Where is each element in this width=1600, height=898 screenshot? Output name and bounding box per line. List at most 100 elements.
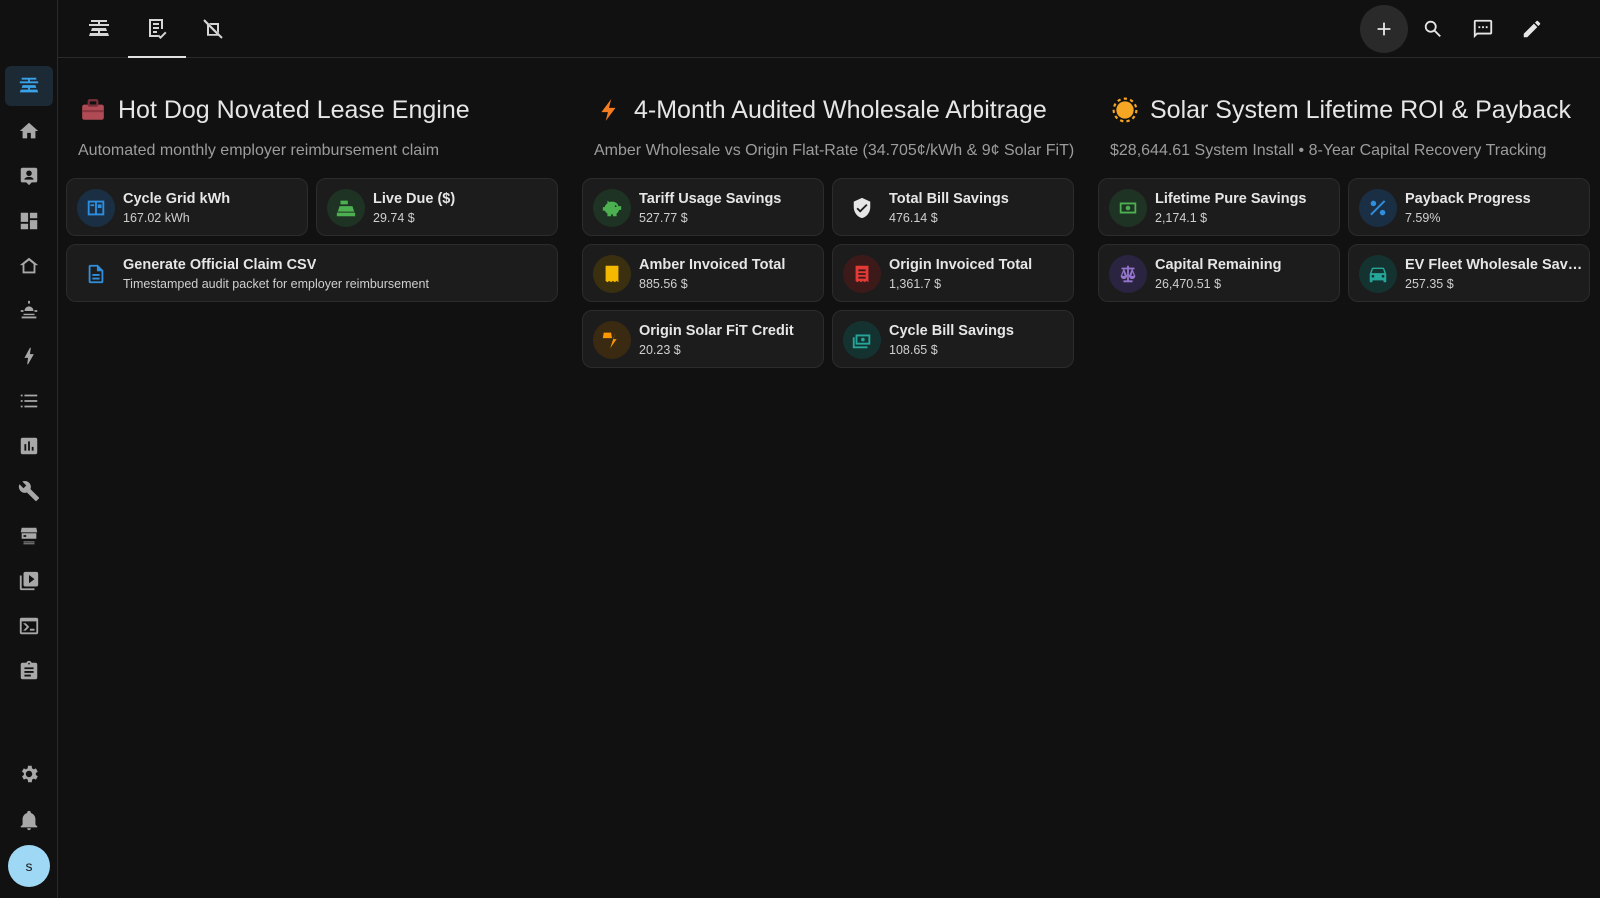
tile-origin-invoiced-total[interactable]: Origin Invoiced Total 1,361.7 $ [832,244,1074,302]
sidebar-item-home-outline[interactable] [5,246,53,286]
briefcase-icon [80,97,106,123]
car-icon [1359,255,1397,293]
list-icon [20,394,38,408]
solar-panel-icon [19,77,39,93]
edit-button[interactable] [1508,5,1556,53]
tile-tariff-usage-savings[interactable]: Tariff Usage Savings 527.77 $ [582,178,824,236]
weather-icon [20,300,38,319]
sidebar-item-media[interactable] [5,561,53,601]
tab-invoice[interactable] [128,0,186,58]
home-outline-icon [19,257,39,274]
sidebar-item-dashboard[interactable] [5,201,53,241]
sidebar-item-developer-tools[interactable] [5,471,53,511]
bell-icon [20,810,38,831]
sidebar-item-clipboard[interactable] [5,651,53,691]
section-subtitle: Amber Wholesale vs Origin Flat-Rate (34.… [594,142,1075,159]
tile-name: Total Bill Savings [889,191,1009,207]
section-solar-roi: Solar System Lifetime ROI & Payback $28,… [1098,58,1592,302]
settings-icon [21,765,38,783]
solar-panel-icon [89,20,109,36]
chart-icon [20,437,38,455]
cash-register-icon [327,189,365,227]
sidebar-item-history[interactable] [5,426,53,466]
cash-multiple-icon [843,321,881,359]
tab-tag-off[interactable] [184,0,242,58]
tile-origin-solar-fit-credit[interactable]: Origin Solar FiT Credit 20.23 $ [582,310,824,368]
tile-name: Origin Solar FiT Credit [639,323,794,339]
lightning-bolt-icon [596,97,622,123]
tile-name: Lifetime Pure Savings [1155,191,1307,207]
tile-state: 885.56 $ [639,277,688,291]
lightning-icon [24,347,34,365]
search-icon [1424,20,1441,37]
tile-state: 1,361.7 $ [889,277,942,291]
sidebar-item-settings[interactable] [5,754,53,794]
scale-balance-icon [1109,255,1147,293]
assist-icon [1473,19,1493,39]
section-subtitle: Automated monthly employer reimbursement… [78,142,440,159]
sidebar-item-home[interactable] [5,111,53,151]
receipt-text-icon [843,255,881,293]
sidebar-item-terminal[interactable] [5,606,53,646]
tile-payback-progress[interactable]: Payback Progress 7.59% [1348,178,1590,236]
tile-state: 527.77 $ [639,211,688,225]
file-document-icon [77,255,115,293]
tile-lifetime-pure-savings[interactable]: Lifetime Pure Savings 2,174.1 $ [1098,178,1340,236]
add-button[interactable] [1360,5,1408,53]
search-button[interactable] [1409,5,1457,53]
assist-button[interactable] [1459,5,1507,53]
sidebar-item-energy[interactable] [5,336,53,376]
avatar[interactable]: s [8,845,50,887]
tag-off-icon [203,19,223,39]
tile-live-due[interactable]: Live Due ($) 29.74 $ [316,178,558,236]
tile-state: 20.23 $ [639,343,681,357]
sidebar-item-hacs[interactable] [5,516,53,556]
section-title: Hot Dog Novated Lease Engine [118,95,470,124]
sidebar-item-logbook[interactable] [5,381,53,421]
tile-name: Tariff Usage Savings [639,191,782,207]
meter-icon [77,189,115,227]
tile-state: 108.65 $ [889,343,938,357]
section-lease-engine: Hot Dog Novated Lease Engine Automated m… [66,58,560,302]
top-bar [58,0,1600,58]
add-icon [1377,22,1391,36]
tile-amber-invoiced-total[interactable]: Amber Invoiced Total 885.56 $ [582,244,824,302]
shield-check-icon [843,189,881,227]
tile-total-bill-savings[interactable]: Total Bill Savings 476.14 $ [832,178,1074,236]
wrench-icon [18,481,40,502]
tile-cycle-grid-kwh[interactable]: Cycle Grid kWh 167.02 kWh [66,178,308,236]
tile-ev-fleet-wholesale-savings[interactable]: EV Fleet Wholesale Savings 257.35 $ [1348,244,1590,302]
sidebar-item-solar[interactable] [5,66,53,106]
tile-state: 167.02 kWh [123,211,190,225]
invoice-check-icon [149,19,167,39]
tile-state: 26,470.51 $ [1155,277,1222,291]
media-icon [19,571,39,591]
tile-state: Timestamped audit packet for employer re… [123,277,429,291]
tile-name: EV Fleet Wholesale Savings [1405,257,1585,273]
section-title: Solar System Lifetime ROI & Payback [1150,95,1571,124]
section-wholesale-arbitrage: 4-Month Audited Wholesale Arbitrage Ambe… [582,58,1076,368]
sidebar-item-notifications[interactable] [5,800,53,840]
hacs-icon [20,527,38,545]
sidebar-item-weather[interactable] [5,291,53,331]
percent-icon [1359,189,1397,227]
sidebar-item-account[interactable] [5,156,53,196]
generate-claim-csv-button[interactable]: Generate Official Claim CSV Timestamped … [66,244,558,302]
tile-name: Amber Invoiced Total [639,257,786,273]
section-title: 4-Month Audited Wholesale Arbitrage [634,95,1047,124]
tile-state: 257.35 $ [1405,277,1454,291]
cash-icon [1109,189,1147,227]
dashboard-icon [20,212,38,230]
account-box-icon [20,167,38,186]
tile-name: Cycle Bill Savings [889,323,1014,339]
tile-state: 7.59% [1405,211,1441,225]
tile-name: Generate Official Claim CSV [123,257,317,273]
tile-cycle-bill-savings[interactable]: Cycle Bill Savings 108.65 $ [832,310,1074,368]
tile-name: Live Due ($) [373,191,456,207]
tile-capital-remaining[interactable]: Capital Remaining 26,470.51 $ [1098,244,1340,302]
edit-icon [1523,20,1541,38]
tile-name: Capital Remaining [1155,257,1282,273]
tile-name: Origin Invoiced Total [889,257,1033,273]
terminal-icon [19,617,39,635]
tab-solar[interactable] [70,0,128,58]
